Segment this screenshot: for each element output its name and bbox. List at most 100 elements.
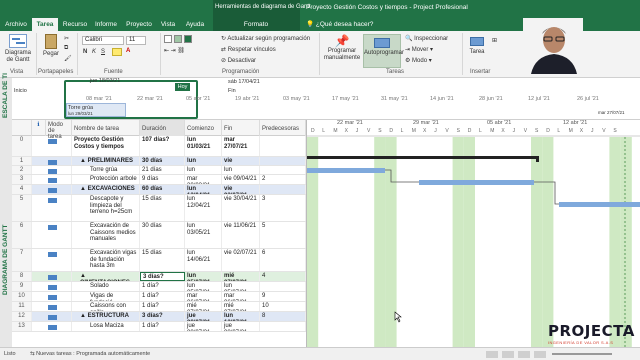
duration-cell[interactable]: 9 días: [140, 175, 185, 184]
tab-recurso[interactable]: Recurso: [60, 18, 90, 31]
manual-schedule-button[interactable]: 📌 Programar manualmente: [322, 34, 362, 62]
finish-cell[interactable]: lun 05/07/21: [222, 282, 260, 291]
task-mode-cell[interactable]: [46, 136, 72, 156]
predecessors-cell[interactable]: 10: [260, 302, 306, 311]
task-name-cell[interactable]: Excavación de Caissons medios manuales: [72, 222, 140, 248]
inspect-button[interactable]: 🔍 Inspeccionar: [405, 35, 448, 42]
format-painter-icon[interactable]: 🖌: [64, 55, 72, 62]
timeline-task-box[interactable]: Torre grúa lun 29/03/21: [66, 103, 126, 117]
start-cell[interactable]: lun 01/03/21: [185, 136, 222, 156]
col-header-id[interactable]: [12, 120, 32, 136]
bold-button[interactable]: N: [83, 49, 87, 55]
start-cell[interactable]: lun 01/03/21: [185, 157, 222, 165]
col-header-start[interactable]: Comienzo: [185, 120, 222, 136]
task-name-cell[interactable]: Vigas de fundació: [72, 292, 140, 301]
start-cell[interactable]: lun 05/07/21: [185, 282, 222, 291]
start-cell[interactable]: lun 01/03/21: [185, 166, 222, 174]
task-name-cell[interactable]: ▲ ESTRUCTURA: [72, 312, 140, 321]
copy-icon[interactable]: ⧉: [64, 45, 68, 52]
finish-cell[interactable]: mar 06/07/21: [222, 292, 260, 301]
task-name-cell[interactable]: Solado: [72, 282, 140, 291]
task-usage-shortcut-icon[interactable]: [502, 351, 514, 358]
auto-schedule-button[interactable]: Autoprogramar: [363, 34, 404, 68]
predecessors-cell[interactable]: 2: [260, 175, 306, 184]
task-mode-cell[interactable]: [46, 175, 72, 184]
font-name-select[interactable]: Calibri: [82, 36, 124, 45]
tab-tarea[interactable]: Tarea: [32, 18, 58, 31]
update-schedule-button[interactable]: ↻ Actualizar según programación: [221, 35, 310, 42]
paste-button[interactable]: Pegar: [40, 34, 62, 58]
col-header-mode[interactable]: Modo de tarea: [46, 120, 72, 140]
duration-cell[interactable]: 1 día?: [140, 292, 185, 301]
predecessors-cell[interactable]: 9: [260, 292, 306, 301]
predecessors-cell[interactable]: 8: [260, 312, 306, 321]
task-mode-cell[interactable]: [46, 157, 72, 165]
resource-sheet-shortcut-icon[interactable]: [534, 351, 546, 358]
task-row[interactable]: 10Vigas de fundació1 día?mar 06/07/21mar…: [12, 292, 306, 302]
duration-cell[interactable]: 21 días: [140, 166, 185, 174]
task-mode-cell[interactable]: [46, 312, 72, 321]
finish-cell[interactable]: vie 09/04/21: [222, 157, 260, 165]
gantt-chart-button[interactable]: Diagrama de Gantt: [4, 34, 32, 64]
predecessors-cell[interactable]: [260, 322, 306, 331]
task-row[interactable]: 4 ▲ EXCAVACIONES60 díaslun 12/04/21vie 02…: [12, 185, 306, 195]
task-row[interactable]: 2 Torre grúa21 díaslun 01/03/21lun 29/03/…: [12, 166, 306, 175]
cut-icon[interactable]: ✂: [64, 35, 69, 42]
duration-cell[interactable]: 3 días?: [140, 272, 185, 281]
highlight-color-icon[interactable]: [112, 48, 122, 56]
finish-cell[interactable]: lun 12/07/21: [222, 312, 260, 321]
predecessors-cell[interactable]: [260, 157, 306, 165]
task-mode-cell[interactable]: [46, 322, 72, 331]
task-row[interactable]: 8 ▲ CIMENTACIONES3 días?lun 05/07/21mié 0…: [12, 272, 306, 282]
task-name-cell[interactable]: Losa Maciza: [72, 322, 140, 331]
deactivate-button[interactable]: ⊘ Desactivar: [221, 57, 256, 64]
task-mode-cell[interactable]: [46, 292, 72, 301]
duration-cell[interactable]: 3 días?: [140, 312, 185, 321]
task-row[interactable]: 13Losa Maciza1 día?jue 08/07/21jue 08/07…: [12, 322, 306, 332]
task-mode-cell[interactable]: [46, 185, 72, 194]
task-row[interactable]: 9Solado1 día?lun 05/07/21lun 05/07/21: [12, 282, 306, 292]
finish-cell[interactable]: vie 02/07/21: [222, 185, 260, 194]
finish-cell[interactable]: vie 09/04/21: [222, 175, 260, 184]
duration-cell[interactable]: 107 días?: [140, 136, 185, 156]
task-row[interactable]: 11Caissons con anillo1 día?mié 07/07/21m…: [12, 302, 306, 312]
task-name-cell[interactable]: Proyecto Gestión Costos y tiempos: [72, 136, 140, 156]
duration-cell[interactable]: 15 días: [140, 195, 185, 221]
task-name-cell[interactable]: ▲ PRELIMINARES: [72, 157, 140, 165]
task-mode-cell[interactable]: [46, 282, 72, 291]
font-size-select[interactable]: 11: [126, 36, 146, 45]
font-color-icon[interactable]: A: [126, 48, 130, 54]
col-header-duration[interactable]: Duración: [140, 120, 185, 136]
start-cell[interactable]: jue 08/07/21: [185, 322, 222, 331]
finish-cell[interactable]: lun 29/03/21: [222, 166, 260, 174]
move-button[interactable]: ⇥ Mover ▾: [405, 46, 433, 53]
predecessors-cell[interactable]: 3: [260, 195, 306, 221]
insert-more-icon[interactable]: ⊞: [492, 37, 497, 44]
task-row[interactable]: 12 ▲ ESTRUCTURA3 días?jue 08/07/21lun 12/…: [12, 312, 306, 322]
duration-cell[interactable]: 1 día?: [140, 302, 185, 311]
predecessors-cell[interactable]: 4: [260, 272, 306, 281]
task-row[interactable]: 0 Proyecto Gestión Costos y tiempos 107 dí…: [12, 136, 306, 157]
duration-cell[interactable]: 30 días: [140, 222, 185, 248]
task-name-cell[interactable]: Protección arbole: [72, 175, 140, 184]
start-cell[interactable]: lun 05/07/21: [185, 272, 222, 281]
start-cell[interactable]: lun 12/04/21: [185, 195, 222, 221]
zoom-slider[interactable]: [552, 353, 612, 355]
task-mode-cell[interactable]: [46, 195, 72, 221]
status-new-tasks[interactable]: ⇆ Nuevas tareas : Programada automáticam…: [30, 351, 150, 357]
task-name-cell[interactable]: Descapote y limpieza del terreno h=25cm: [72, 195, 140, 221]
underline-button[interactable]: S: [101, 49, 105, 55]
duration-cell[interactable]: 30 días: [140, 157, 185, 165]
task-row[interactable]: 3 Protección arbole9 díasmar 30/03/21vie …: [12, 175, 306, 185]
duration-cell[interactable]: 1 día?: [140, 322, 185, 331]
tab-informe[interactable]: Informe: [92, 18, 120, 31]
predecessors-cell[interactable]: [260, 166, 306, 174]
percent-complete-buttons[interactable]: [164, 35, 194, 43]
task-row[interactable]: 1 ▲ PRELIMINARES30 díaslun 01/03/21vie 09…: [12, 157, 306, 166]
task-name-cell[interactable]: Torre grúa: [72, 166, 140, 174]
task-mode-cell[interactable]: [46, 222, 72, 248]
start-cell[interactable]: lun 03/05/21: [185, 222, 222, 248]
col-header-name[interactable]: Nombre de tarea: [72, 120, 140, 136]
task-mode-cell[interactable]: [46, 166, 72, 174]
predecessors-cell[interactable]: 5: [260, 222, 306, 248]
